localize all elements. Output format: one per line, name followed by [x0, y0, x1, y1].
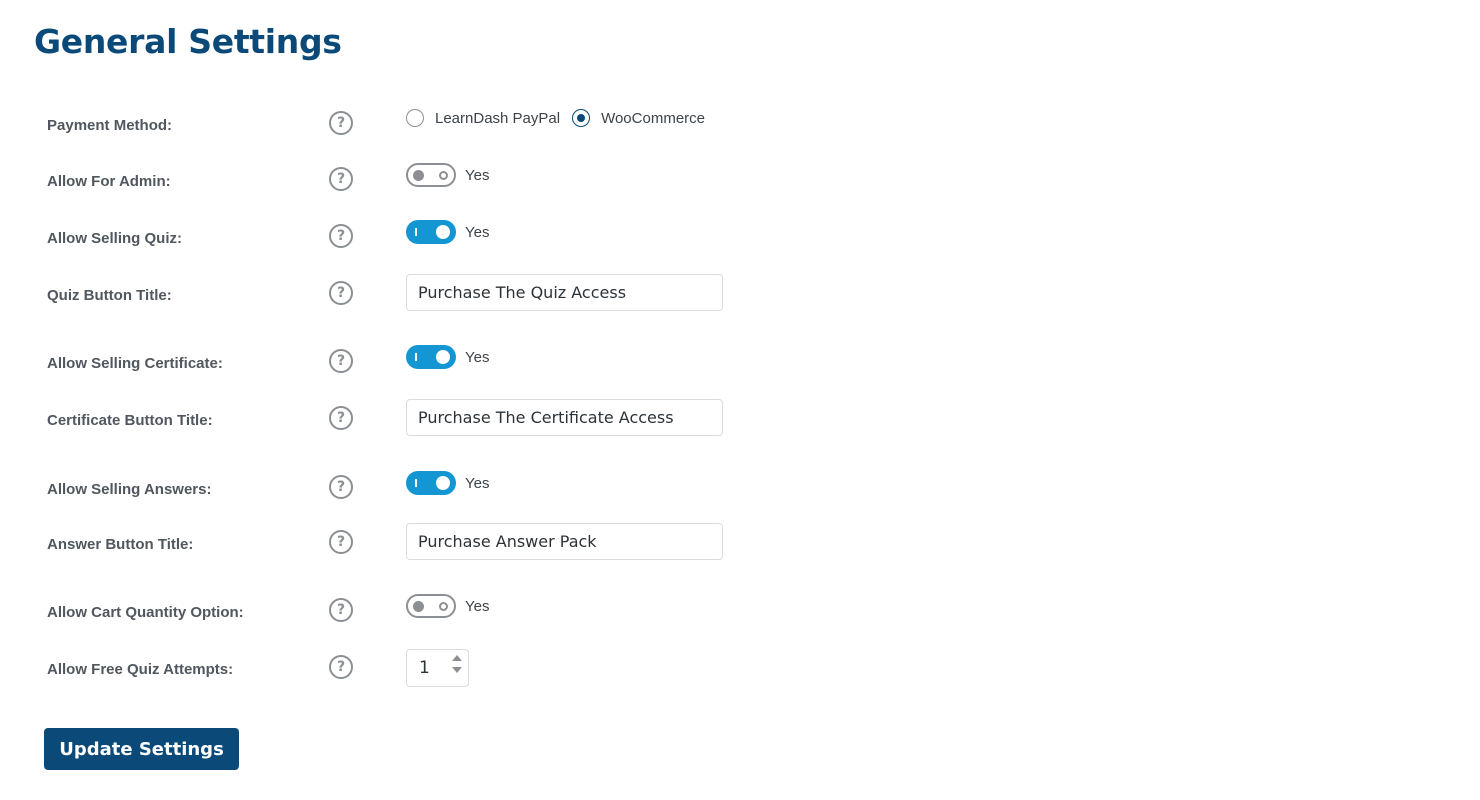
help-icon[interactable]: ?	[329, 224, 353, 248]
radio-learndash-paypal-circle[interactable]	[406, 109, 424, 127]
free-quiz-attempts-row: Allow Free Quiz Attempts: ? 1	[0, 649, 1480, 701]
allow-cart-quantity-row: Allow Cart Quantity Option: ? Yes	[0, 594, 1480, 644]
answer-button-title-input[interactable]	[406, 523, 723, 560]
allow-cart-quantity-control: Yes	[406, 594, 489, 618]
certificate-button-title-input[interactable]	[406, 399, 723, 436]
allow-selling-quiz-toggle[interactable]	[406, 220, 456, 244]
certificate-button-title-row: Certificate Button Title: ?	[0, 399, 1480, 452]
allow-selling-quiz-control: Yes	[406, 220, 489, 244]
allow-selling-answers-toggle-text: Yes	[465, 474, 490, 492]
allow-for-admin-row: Allow For Admin: ? Yes	[0, 163, 1480, 213]
allow-for-admin-control: Yes	[406, 163, 489, 187]
allow-for-admin-toggle[interactable]	[406, 163, 456, 187]
allow-selling-answers-row: Allow Selling Answers: ? Yes	[0, 471, 1480, 521]
payment-method-radio-group: LearnDash PayPal WooCommerce	[406, 109, 717, 127]
page-title: General Settings	[34, 22, 342, 61]
allow-for-admin-toggle-text: Yes	[465, 166, 490, 184]
help-icon[interactable]: ?	[329, 406, 353, 430]
help-icon[interactable]: ?	[329, 655, 353, 679]
spinner-down-icon[interactable]	[452, 667, 462, 673]
radio-learndash-paypal[interactable]: LearnDash PayPal	[406, 109, 560, 127]
payment-method-row: Payment Method: ? LearnDash PayPal WooCo…	[0, 109, 1480, 157]
allow-cart-quantity-toggle[interactable]	[406, 594, 456, 618]
free-quiz-attempts-label: Allow Free Quiz Attempts:	[47, 661, 234, 678]
help-icon[interactable]: ?	[329, 111, 353, 135]
allow-selling-certificate-toggle-text: Yes	[465, 348, 490, 366]
quiz-button-title-label: Quiz Button Title:	[47, 287, 172, 304]
allow-selling-certificate-toggle[interactable]	[406, 345, 456, 369]
payment-method-label: Payment Method:	[47, 117, 173, 134]
spinner-up-icon[interactable]	[452, 655, 462, 661]
quiz-button-title-input[interactable]	[406, 274, 723, 311]
radio-woocommerce-circle[interactable]	[572, 109, 591, 127]
allow-selling-answers-control: Yes	[406, 471, 489, 495]
allow-for-admin-label: Allow For Admin:	[47, 173, 171, 190]
help-icon[interactable]: ?	[329, 598, 353, 622]
radio-learndash-paypal-label: LearnDash PayPal	[435, 109, 561, 127]
allow-selling-certificate-label: Allow Selling Certificate:	[47, 355, 223, 372]
allow-selling-certificate-control: Yes	[406, 345, 489, 369]
quiz-button-title-row: Quiz Button Title: ?	[0, 274, 1480, 327]
settings-page: General Settings Payment Method: ? Learn…	[0, 0, 1480, 800]
allow-selling-quiz-toggle-text: Yes	[465, 223, 490, 241]
radio-woocommerce-label: WooCommerce	[601, 109, 705, 127]
help-icon[interactable]: ?	[329, 530, 353, 554]
free-quiz-attempts-value[interactable]: 1	[419, 658, 430, 678]
update-settings-button[interactable]: Update Settings	[44, 728, 239, 770]
certificate-button-title-label: Certificate Button Title:	[47, 412, 213, 429]
number-spinner	[452, 655, 462, 673]
allow-selling-answers-label: Allow Selling Answers:	[47, 481, 212, 498]
allow-selling-quiz-row: Allow Selling Quiz: ? Yes	[0, 220, 1480, 270]
radio-woocommerce[interactable]: WooCommerce	[572, 109, 705, 127]
allow-selling-answers-toggle[interactable]	[406, 471, 456, 495]
help-icon[interactable]: ?	[329, 475, 353, 499]
allow-cart-quantity-label: Allow Cart Quantity Option:	[47, 604, 244, 621]
help-icon[interactable]: ?	[329, 167, 353, 191]
answer-button-title-row: Answer Button Title: ?	[0, 523, 1480, 576]
help-icon[interactable]: ?	[329, 349, 353, 373]
help-icon[interactable]: ?	[329, 281, 353, 305]
answer-button-title-label: Answer Button Title:	[47, 536, 194, 553]
free-quiz-attempts-number-input[interactable]: 1	[406, 649, 469, 687]
allow-selling-quiz-label: Allow Selling Quiz:	[47, 230, 182, 247]
allow-selling-certificate-row: Allow Selling Certificate: ? Yes	[0, 345, 1480, 395]
allow-cart-quantity-toggle-text: Yes	[465, 597, 490, 615]
